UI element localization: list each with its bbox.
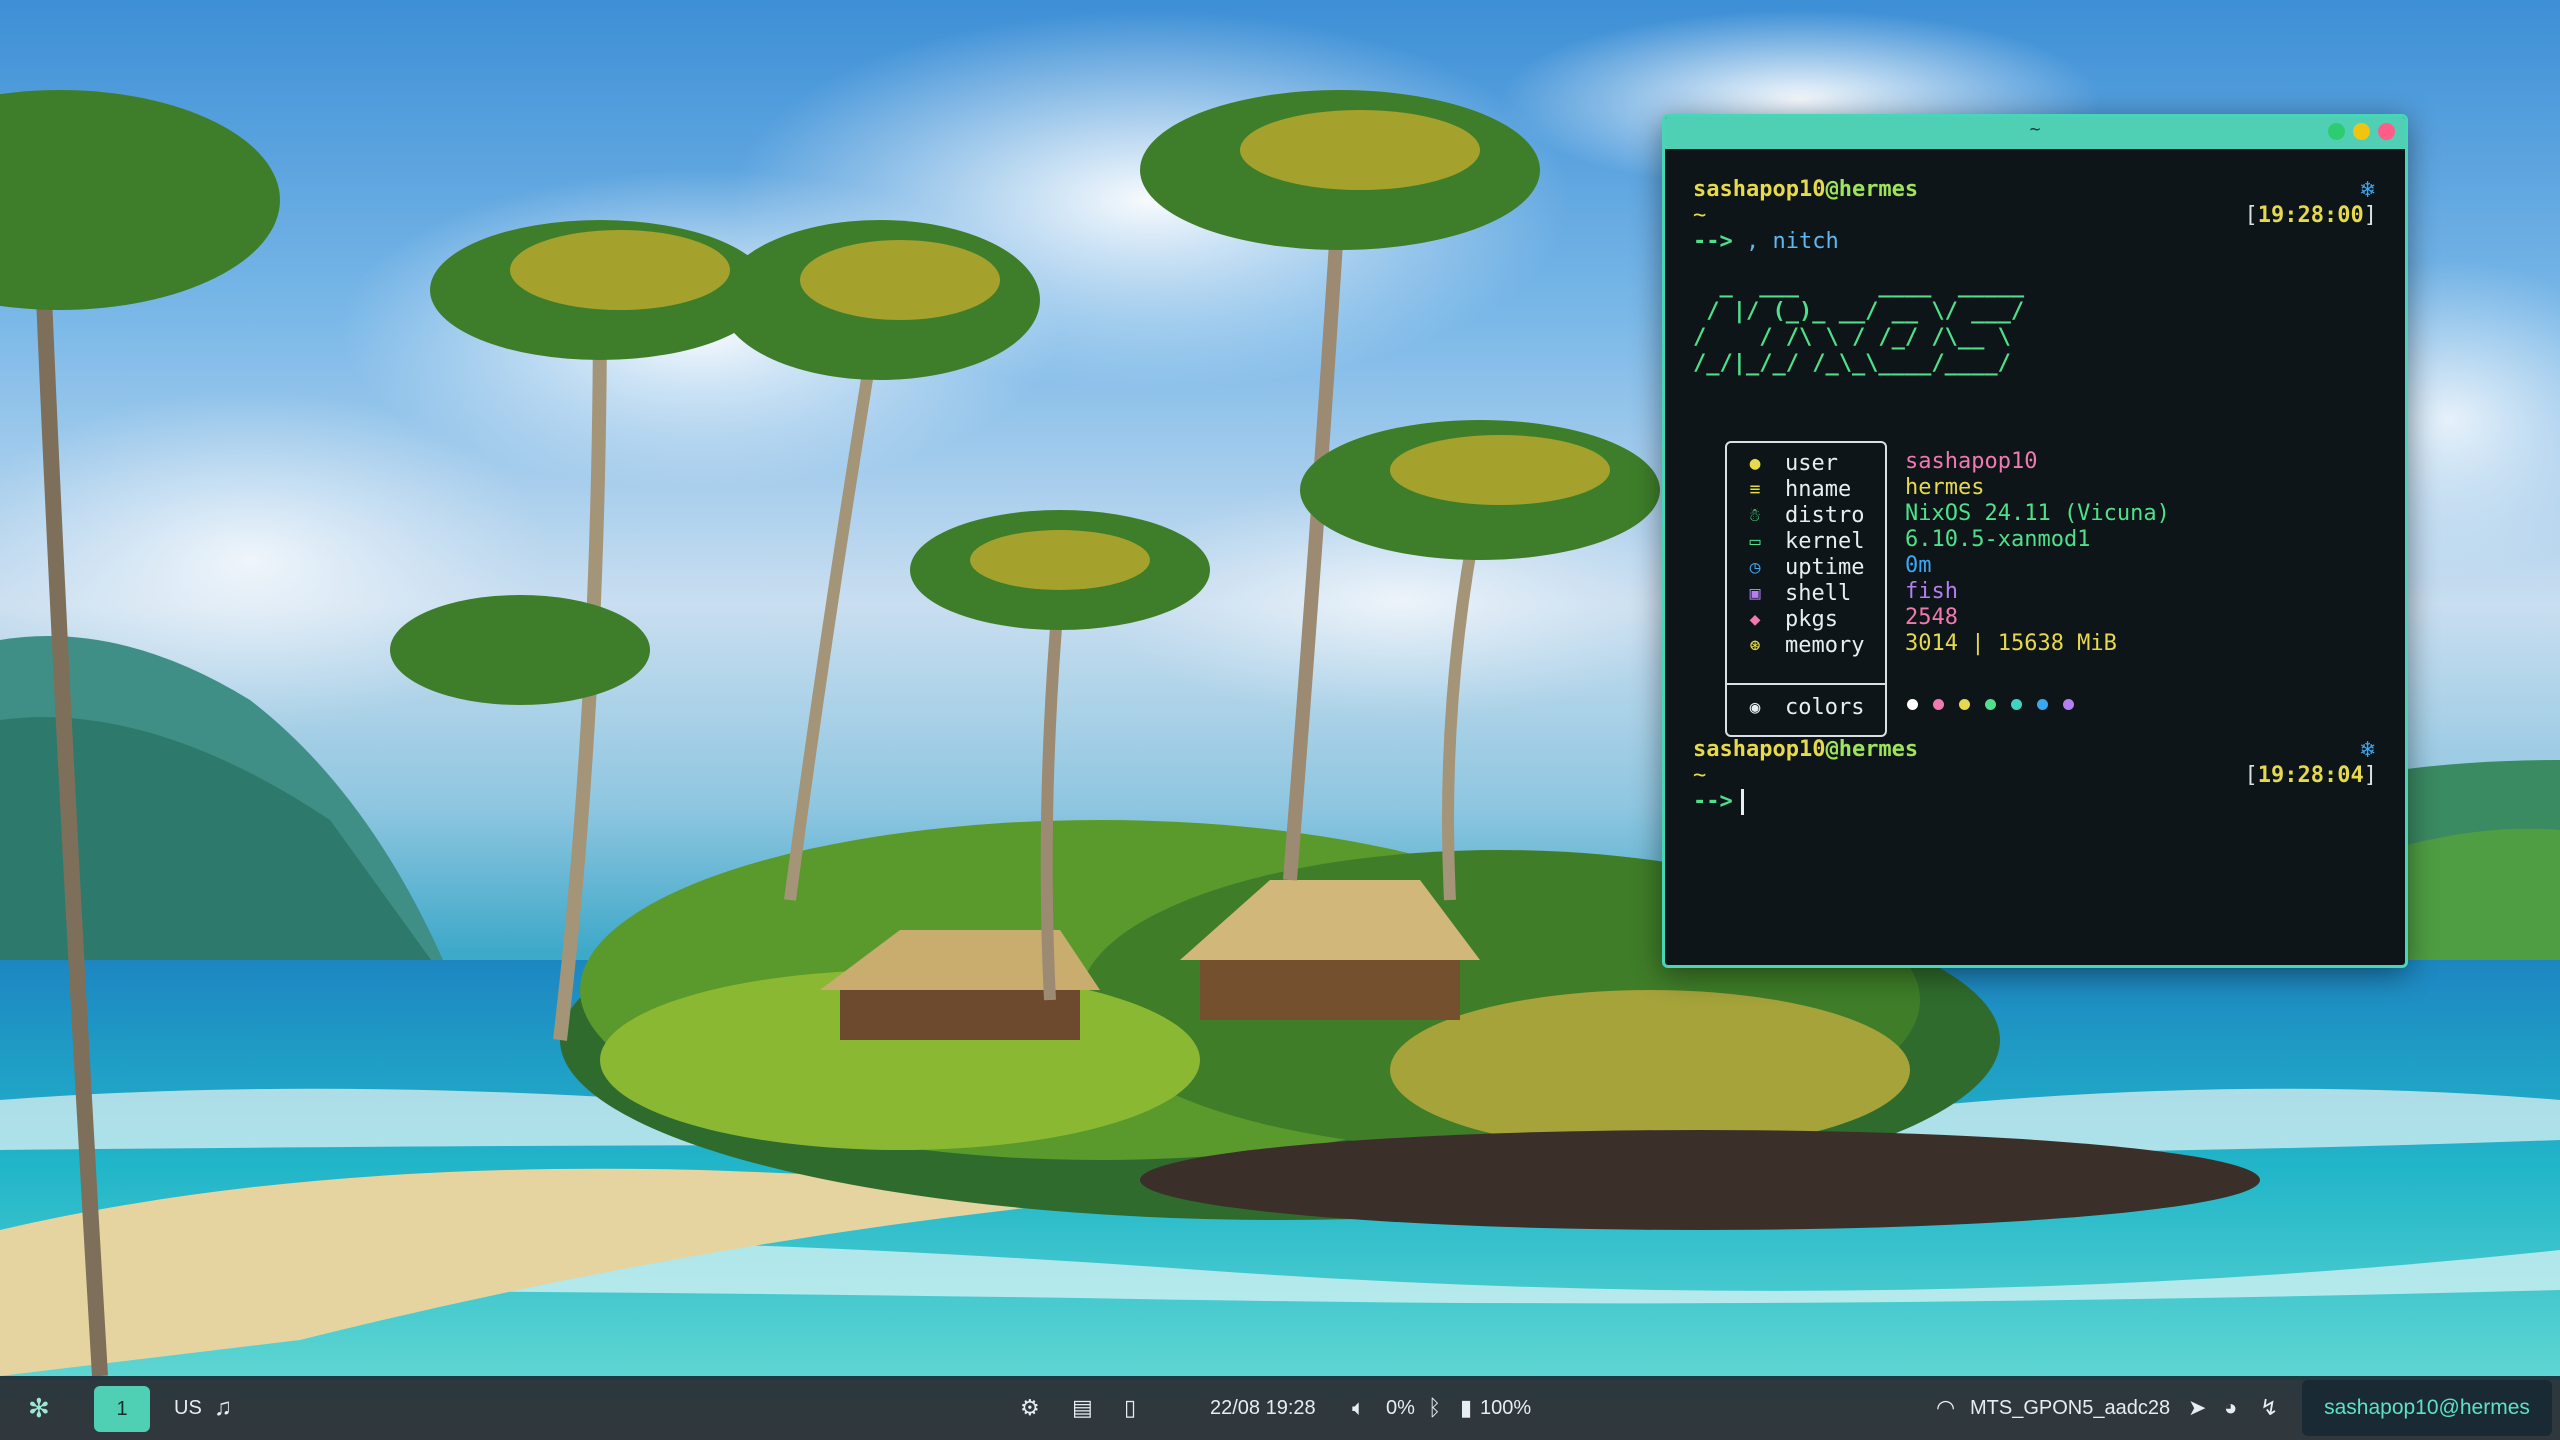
memory-icon: ⊛ xyxy=(1749,635,1761,656)
window-title: ~ xyxy=(2029,119,2041,140)
prompt-time-2: [19:28:04] xyxy=(2244,763,2377,788)
pkgs-icon: ◆ xyxy=(1749,609,1761,630)
wifi-icon[interactable]: ◠ xyxy=(1936,1376,1955,1440)
prompt-host: @hermes xyxy=(1825,177,1919,202)
info-value-memory: 3014 | 15638 MiB xyxy=(1905,631,2117,656)
settings-icon[interactable]: ⚙ xyxy=(1020,1376,1040,1440)
kernel-icon: ▭ xyxy=(1749,531,1761,552)
palette-dot-blue xyxy=(2037,699,2048,710)
command-text: , nitch xyxy=(1746,229,1839,254)
terminal-content[interactable]: sashapop10@hermes ❄ ~ [19:28:00] --> , n… xyxy=(1693,149,2377,965)
prompt-time: [19:28:00] xyxy=(2244,203,2377,228)
volume-icon[interactable]: 🔈︎ xyxy=(1352,1376,1365,1440)
network-manager-icon[interactable]: ↯ xyxy=(2260,1376,2278,1440)
nix-launcher-icon[interactable]: ✻ xyxy=(28,1376,50,1440)
volume-level[interactable]: 0% xyxy=(1386,1376,1415,1440)
box-divider xyxy=(1727,683,1885,685)
distro-icon: ☃ xyxy=(1749,505,1761,526)
telegram-icon[interactable]: ➤ xyxy=(2188,1376,2206,1440)
phone-icon[interactable]: ▯ xyxy=(1124,1376,1136,1440)
info-labels-box: ● user ≡ hname ☃ distro ▭ kernel ◷ uptime ▣ sh… xyxy=(1725,441,1887,737)
close-button[interactable] xyxy=(2378,123,2395,140)
info-value-uptime: 0m xyxy=(1905,553,1932,578)
prompt-line: sashapop10@hermes xyxy=(1693,177,1918,203)
info-value-user: sashapop10 xyxy=(1905,449,2038,474)
workspace-1-button[interactable]: 1 xyxy=(94,1386,150,1432)
palette-dot-teal xyxy=(2011,699,2022,710)
nix-snowflake-icon-2: ❄ xyxy=(2360,735,2375,763)
palette-dot-purple xyxy=(2063,699,2074,710)
palette-dot-white xyxy=(1907,699,1918,710)
terminal-window[interactable]: ~ sashapop10@hermes ❄ ~ [19:28:00] --> ,… xyxy=(1662,114,2408,968)
palette-dot-yellow xyxy=(1959,699,1970,710)
info-value-pkgs: 2548 xyxy=(1905,605,1958,630)
music-icon[interactable]: ♫ xyxy=(214,1376,232,1440)
minimize-button[interactable] xyxy=(2353,123,2370,140)
status-bar: ✻ 1 US ♫ ⚙ ▤ ▯ 22/08 19:28 🔈︎ 0% ᛒ ▮ 100… xyxy=(0,1376,2560,1440)
info-value-shell: fish xyxy=(1905,579,1958,604)
terminal-titlebar[interactable]: ~ xyxy=(1665,117,2405,149)
info-value-hname: hermes xyxy=(1905,475,1985,500)
maximize-button[interactable] xyxy=(2328,123,2345,140)
battery-level: 100% xyxy=(1480,1397,1532,1419)
prompt-cwd-2: ~ xyxy=(1693,763,1707,788)
prompt-user-2: sashapop10 xyxy=(1693,737,1826,762)
prompt-cwd: ~ xyxy=(1693,203,1707,228)
nix-snowflake-icon: ❄ xyxy=(2360,175,2375,203)
notes-icon[interactable]: ▤ xyxy=(1072,1376,1093,1440)
user-host-label[interactable]: sashapop10@hermes xyxy=(2302,1380,2552,1436)
prompt-arrow: --> xyxy=(1693,229,1733,254)
prompt-user: sashapop10 xyxy=(1693,177,1826,202)
shell-icon: ▣ xyxy=(1749,583,1761,604)
info-value-distro: NixOS 24.11 (Vicuna) xyxy=(1905,501,2170,526)
command-input-line[interactable]: --> xyxy=(1693,789,1744,815)
battery-icon: ▮ xyxy=(1460,1395,1473,1420)
uptime-icon: ◷ xyxy=(1749,557,1761,578)
nixos-ascii-logo: _ ___ ____ _____ / |/ (_)_ __/ __ \/ ___… xyxy=(1693,273,2025,376)
wifi-network[interactable]: MTS_GPON5_aadc28 xyxy=(1970,1376,2170,1440)
prompt-host-2: @hermes xyxy=(1825,737,1919,762)
prompt-line-2: sashapop10@hermes xyxy=(1693,737,1918,763)
info-value-kernel: 6.10.5-xanmod1 xyxy=(1905,527,2091,552)
palette-icon: ◉ xyxy=(1749,697,1761,718)
palette-dot-green xyxy=(1985,699,1996,710)
tray-app-icon[interactable]: ◕ xyxy=(2224,1376,2237,1440)
prompt-arrow-2: --> xyxy=(1693,789,1733,814)
text-cursor xyxy=(1740,789,1744,815)
command-line: --> , nitch xyxy=(1693,229,1839,255)
palette-dot-pink xyxy=(1933,699,1944,710)
keyboard-layout[interactable]: US xyxy=(174,1376,202,1440)
hostname-icon: ≡ xyxy=(1749,479,1761,500)
datetime[interactable]: 22/08 19:28 xyxy=(1210,1376,1316,1440)
user-icon: ● xyxy=(1749,453,1761,474)
bluetooth-icon[interactable]: ᛒ xyxy=(1428,1376,1441,1440)
